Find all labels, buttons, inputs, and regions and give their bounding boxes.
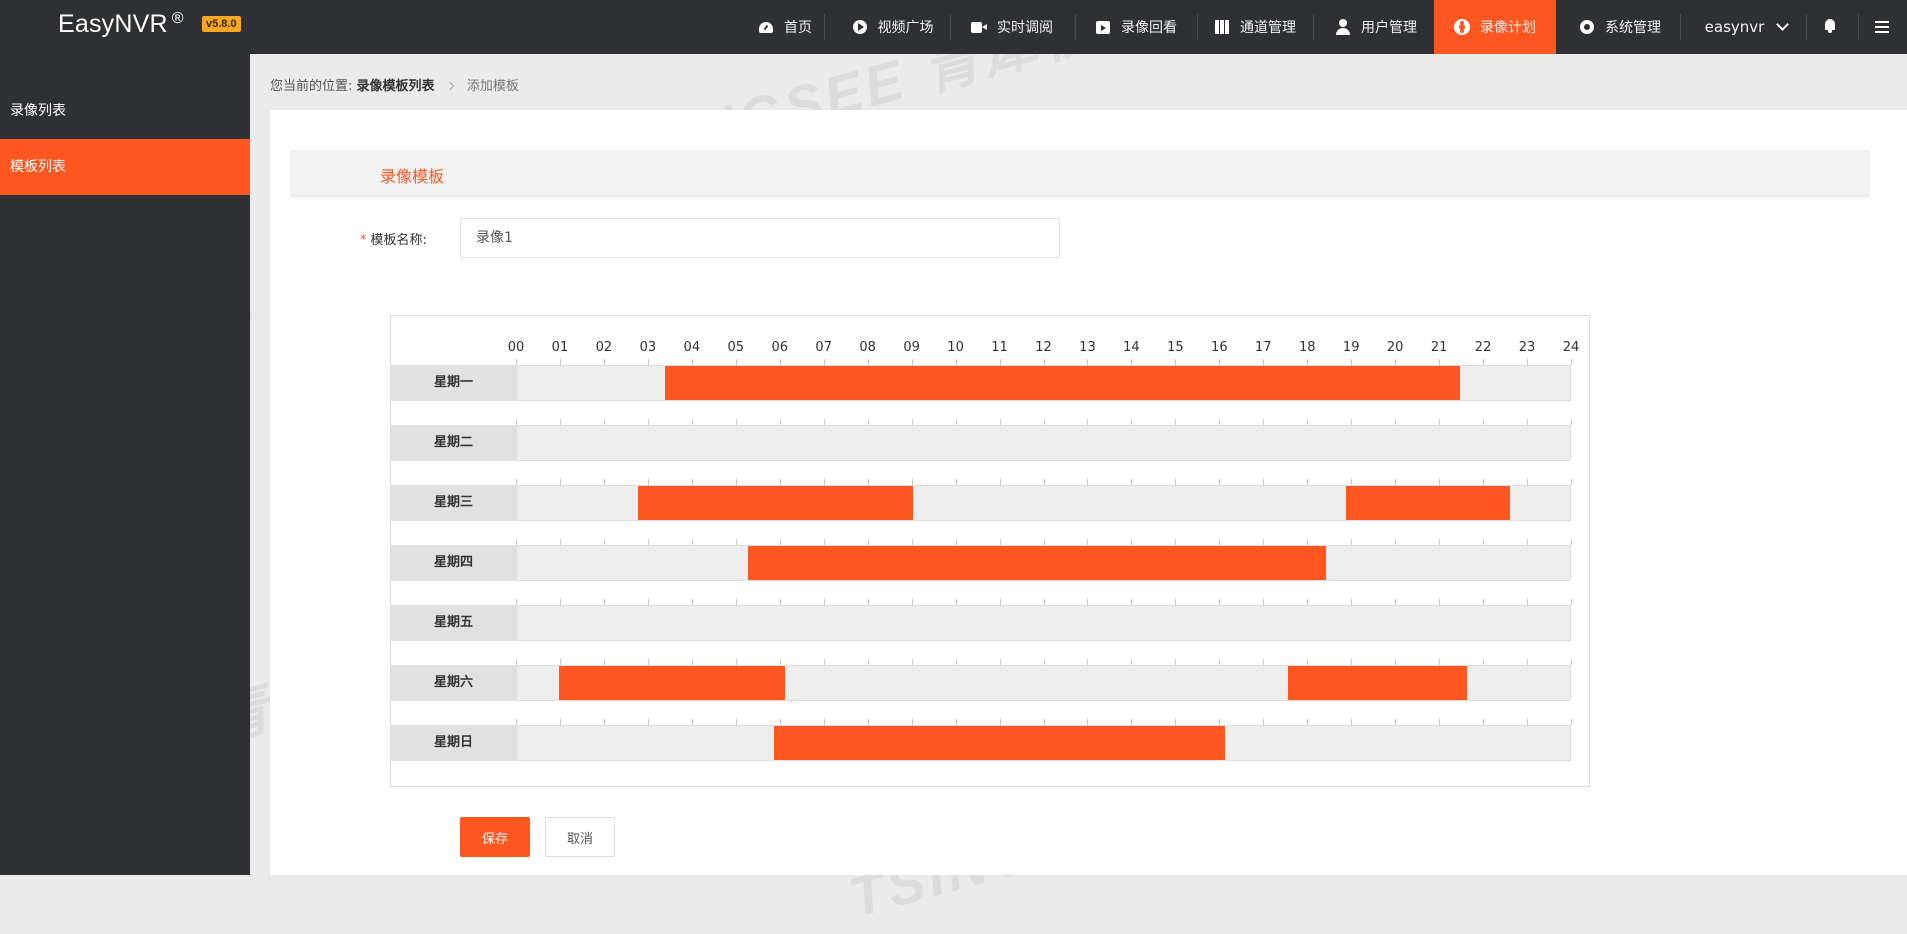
bell-icon bbox=[1823, 18, 1837, 34]
hour-label: 18 bbox=[1298, 340, 1316, 355]
sidebar: 录像列表 模板列表 bbox=[0, 54, 250, 875]
top-navbar: EasyNVR ® v5.8.0 首页 视频广场 实时调阅 录像回看 通道管理 用… bbox=[0, 0, 1907, 54]
hour-label: 06 bbox=[771, 340, 789, 355]
menu-icon bbox=[1875, 21, 1889, 33]
record-time-block[interactable] bbox=[1288, 666, 1467, 700]
schedule-row: 星期四 bbox=[391, 545, 1571, 581]
hour-label: 23 bbox=[1518, 340, 1536, 355]
record-time-block[interactable] bbox=[558, 666, 786, 700]
version-badge: v5.8.0 bbox=[202, 16, 241, 32]
hour-label: 13 bbox=[1079, 340, 1096, 355]
home-icon bbox=[758, 19, 774, 35]
hour-label: 00 bbox=[507, 340, 525, 355]
breadcrumb-parent-link[interactable]: 录像模板列表 bbox=[357, 79, 435, 94]
hour-label: 15 bbox=[1167, 340, 1184, 355]
hour-label: 08 bbox=[859, 340, 876, 355]
time-track[interactable] bbox=[516, 425, 1571, 461]
schedule-row: 星期三 bbox=[391, 485, 1571, 521]
time-track[interactable] bbox=[516, 365, 1571, 401]
hour-tick bbox=[1571, 359, 1572, 365]
day-label: 星期六 bbox=[391, 665, 516, 701]
template-name-label: * 模板名称: bbox=[360, 233, 427, 248]
hour-label: 20 bbox=[1386, 340, 1404, 355]
menu-button[interactable] bbox=[1870, 15, 1894, 39]
nav-live-view[interactable]: 实时调阅 bbox=[952, 0, 1072, 54]
save-button[interactable]: 保存 bbox=[460, 817, 530, 857]
hour-tick bbox=[1571, 479, 1572, 485]
nav-video-square[interactable]: 视频广场 bbox=[835, 0, 950, 54]
gear-icon bbox=[1579, 19, 1595, 35]
sidebar-item-template-list[interactable]: 模板列表 bbox=[0, 139, 250, 195]
hour-label: 22 bbox=[1474, 340, 1492, 355]
section-title: 录像模板 bbox=[380, 167, 445, 186]
hour-label: 17 bbox=[1255, 340, 1272, 355]
record-time-block[interactable] bbox=[747, 546, 1326, 580]
hour-label: 19 bbox=[1342, 340, 1360, 355]
hour-label: 05 bbox=[727, 340, 745, 355]
record-time-block[interactable] bbox=[774, 726, 1225, 760]
record-time-block[interactable] bbox=[637, 486, 913, 520]
day-label: 星期日 bbox=[391, 725, 516, 761]
schedule-row: 星期一 bbox=[391, 365, 1571, 401]
app-logo[interactable]: EasyNVR ® bbox=[58, 10, 184, 39]
day-label: 星期一 bbox=[391, 365, 516, 401]
play-icon bbox=[852, 19, 868, 35]
hour-tick bbox=[1571, 539, 1572, 545]
plan-icon bbox=[1454, 19, 1470, 35]
hour-label: 09 bbox=[903, 340, 920, 355]
hour-tick bbox=[1571, 599, 1572, 605]
hour-label: 16 bbox=[1211, 340, 1228, 355]
hour-label: 14 bbox=[1123, 340, 1140, 355]
time-track[interactable] bbox=[516, 545, 1571, 581]
chevron-down-icon bbox=[1776, 17, 1790, 31]
hour-label: 07 bbox=[815, 340, 832, 355]
day-label: 星期二 bbox=[391, 425, 516, 461]
schedule-row: 星期六 bbox=[391, 665, 1571, 701]
nav-user-management[interactable]: 用户管理 bbox=[1317, 0, 1435, 54]
user-icon bbox=[1335, 19, 1351, 35]
notifications-button[interactable] bbox=[1818, 15, 1842, 39]
time-track[interactable] bbox=[516, 605, 1571, 641]
user-dropdown[interactable]: easynvr bbox=[1686, 0, 1806, 54]
day-label: 星期四 bbox=[391, 545, 516, 581]
hour-label: 02 bbox=[595, 340, 613, 355]
record-time-block[interactable] bbox=[665, 366, 1460, 400]
hour-label: 11 bbox=[991, 340, 1008, 355]
template-name-input[interactable]: 录像1 bbox=[460, 218, 1060, 258]
time-track[interactable] bbox=[516, 725, 1571, 761]
cancel-button[interactable]: 取消 bbox=[545, 817, 615, 857]
day-label: 星期三 bbox=[391, 485, 516, 521]
sidebar-item-record-list[interactable]: 录像列表 bbox=[0, 83, 250, 139]
chevron-right-icon bbox=[445, 81, 454, 91]
hour-tick bbox=[1571, 719, 1572, 725]
channel-icon bbox=[1214, 19, 1230, 35]
hour-label: 03 bbox=[639, 340, 657, 355]
nav-system-management[interactable]: 系统管理 bbox=[1560, 0, 1680, 54]
breadcrumb-current: 添加模板 bbox=[466, 79, 519, 94]
hour-label: 24 bbox=[1562, 340, 1580, 355]
schedule-row: 星期五 bbox=[391, 605, 1571, 641]
hour-label: 01 bbox=[551, 340, 569, 355]
nav-channel-management[interactable]: 通道管理 bbox=[1197, 0, 1313, 54]
nav-playback[interactable]: 录像回看 bbox=[1075, 0, 1197, 54]
video-icon bbox=[971, 19, 987, 35]
time-track[interactable] bbox=[516, 665, 1571, 701]
schedule-row: 星期二 bbox=[391, 425, 1571, 461]
hour-label: 04 bbox=[683, 340, 701, 355]
record-time-block[interactable] bbox=[1345, 486, 1511, 520]
hour-label: 21 bbox=[1430, 340, 1448, 355]
section-header: 录像模板 bbox=[290, 150, 1870, 197]
nav-record-plan[interactable]: 录像计划 bbox=[1434, 0, 1556, 54]
time-track[interactable] bbox=[516, 485, 1571, 521]
nav-home[interactable]: 首页 bbox=[735, 0, 835, 54]
day-label: 星期五 bbox=[391, 605, 516, 641]
schedule-row: 星期日 bbox=[391, 725, 1571, 761]
hour-tick bbox=[1571, 419, 1572, 425]
hour-tick bbox=[1571, 659, 1572, 665]
hour-label: 12 bbox=[1035, 340, 1052, 355]
hour-label: 10 bbox=[947, 340, 964, 355]
replay-icon bbox=[1095, 19, 1111, 35]
breadcrumb: 您当前的位置: 录像模板列表 添加模板 bbox=[270, 79, 519, 94]
